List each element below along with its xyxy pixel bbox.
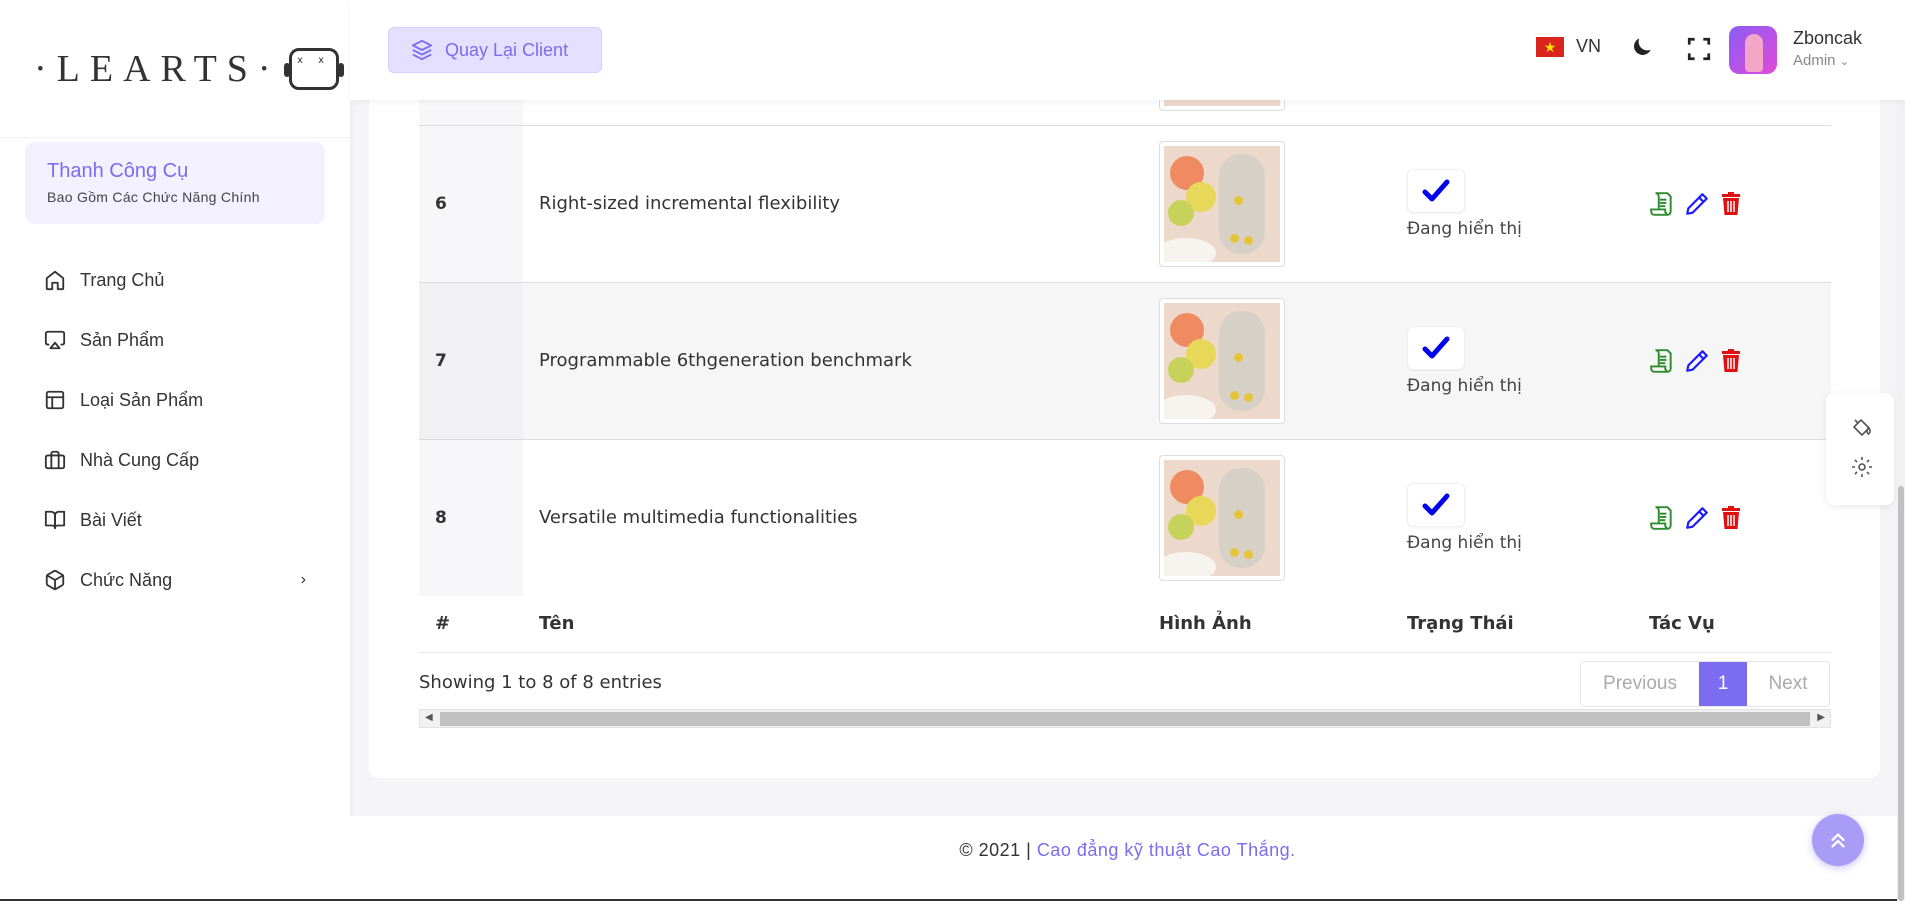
column-header-status[interactable]: Trạng Thái bbox=[1407, 596, 1649, 653]
sidebar-item-loai-san-pham[interactable]: Loại Sản Phẩm bbox=[0, 370, 350, 430]
row-index: 8 bbox=[419, 439, 523, 596]
column-header-index[interactable]: # bbox=[419, 596, 523, 653]
box-icon bbox=[44, 569, 66, 591]
user-role: Admin bbox=[1793, 52, 1836, 69]
sidebar-item-trang-chu[interactable]: Trang Chủ bbox=[0, 250, 350, 310]
pagination-next[interactable]: Next bbox=[1747, 662, 1829, 706]
sidebar-item-label: Chức Năng bbox=[80, 569, 173, 590]
column-header-image[interactable]: Hình Ảnh bbox=[1159, 596, 1407, 653]
sidebar-item-chuc-nang[interactable]: Chức Năng › bbox=[0, 550, 350, 610]
scrollbar-thumb[interactable] bbox=[440, 712, 1810, 726]
scroll-left-icon[interactable]: ◀ bbox=[425, 712, 433, 723]
product-thumbnail[interactable] bbox=[1159, 140, 1285, 267]
scroll-to-top-button[interactable] bbox=[1812, 814, 1864, 866]
sidebar-item-label: Trang Chủ bbox=[80, 269, 165, 290]
back-to-client-button[interactable]: Quay Lại Client bbox=[388, 27, 602, 73]
product-thumbnail[interactable] bbox=[1159, 454, 1285, 581]
toolbox-card: Thanh Công Cụ Bao Gồm Các Chức Năng Chín… bbox=[25, 142, 325, 224]
sidebar: ·LEARTS· x x Thanh Công Cụ Bao Gồm Các C… bbox=[0, 0, 350, 901]
view-detail-icon[interactable] bbox=[1649, 348, 1675, 374]
content-card: 6 Right-sized incremental flexibility Đa… bbox=[369, 0, 1880, 778]
layers-icon bbox=[411, 39, 433, 61]
home-icon bbox=[44, 269, 66, 291]
copyright-text: © 2021 | bbox=[959, 840, 1037, 860]
status-toggle[interactable] bbox=[1407, 325, 1465, 370]
settings-gear-icon[interactable] bbox=[1850, 455, 1874, 484]
check-icon bbox=[1422, 179, 1450, 201]
status-text: Đang hiển thị bbox=[1407, 218, 1522, 239]
briefcase-icon bbox=[44, 449, 66, 471]
fullscreen-icon[interactable] bbox=[1686, 36, 1712, 67]
pagination-page[interactable]: 1 bbox=[1699, 662, 1747, 706]
scroll-right-icon[interactable]: ▶ bbox=[1817, 712, 1825, 723]
delete-trash-icon[interactable] bbox=[1719, 348, 1743, 374]
toolbox-title: Thanh Công Cụ bbox=[47, 160, 189, 182]
sidebar-item-nha-cung-cap[interactable]: Nhà Cung Cấp bbox=[0, 430, 350, 490]
sidebar-item-label: Loại Sản Phẩm bbox=[80, 389, 204, 410]
row-name: Right-sized incremental flexibility bbox=[539, 193, 841, 214]
logo[interactable]: ·LEARTS· x x bbox=[0, 0, 350, 138]
row-index: 7 bbox=[419, 282, 523, 439]
logo-text: ·LEARTS· bbox=[34, 47, 281, 90]
user-name: Zboncak bbox=[1793, 28, 1863, 48]
edit-pencil-icon[interactable] bbox=[1684, 191, 1710, 217]
status-text: Đang hiển thị bbox=[1407, 532, 1522, 553]
row-name: Programmable 6thgeneration benchmark bbox=[523, 282, 1159, 439]
language-switcher[interactable]: ★ VN bbox=[1536, 36, 1601, 57]
language-code: VN bbox=[1576, 36, 1602, 56]
chevron-right-icon: › bbox=[300, 571, 306, 588]
robot-logo-icon: x x bbox=[283, 47, 344, 90]
row-index: 6 bbox=[419, 125, 523, 282]
view-detail-icon[interactable] bbox=[1649, 191, 1675, 217]
airplay-icon bbox=[44, 329, 66, 351]
table-row: 6 Right-sized incremental flexibility Đa… bbox=[419, 125, 1831, 282]
column-header-name[interactable]: Tên bbox=[523, 596, 1159, 653]
vertical-scrollbar-thumb[interactable] bbox=[1898, 486, 1904, 901]
pagination: Previous 1 Next bbox=[1580, 661, 1830, 707]
status-toggle[interactable] bbox=[1407, 168, 1465, 213]
vietnam-flag-icon: ★ bbox=[1536, 36, 1564, 57]
status-text: Đang hiển thị bbox=[1407, 375, 1522, 396]
back-to-client-label: Quay Lại Client bbox=[445, 39, 569, 60]
book-open-icon bbox=[44, 509, 66, 531]
sidebar-item-label: Bài Viết bbox=[80, 509, 142, 530]
table-row: 8 Versatile multimedia functionalities Đ… bbox=[419, 439, 1831, 596]
page-footer: © 2021 | Cao đẳng kỹ thuật Cao Thắng. bbox=[350, 816, 1905, 901]
view-detail-icon[interactable] bbox=[1649, 505, 1675, 531]
horizontal-scrollbar[interactable]: ◀ ▶ bbox=[419, 709, 1831, 728]
user-menu[interactable]: Zboncak Admin ⌄ bbox=[1793, 28, 1862, 69]
sidebar-item-bai-viet[interactable]: Bài Viết bbox=[0, 490, 350, 550]
layout-icon bbox=[44, 389, 66, 411]
sidebar-item-san-pham[interactable]: Sản Phẩm bbox=[0, 310, 350, 370]
column-header-actions[interactable]: Tác Vụ bbox=[1649, 596, 1831, 653]
product-thumbnail[interactable] bbox=[1159, 297, 1285, 424]
delete-trash-icon[interactable] bbox=[1719, 191, 1743, 217]
row-name: Versatile multimedia functionalities bbox=[539, 507, 858, 529]
vertical-scrollbar[interactable] bbox=[1897, 0, 1905, 901]
entries-info: Showing 1 to 8 of 8 entries bbox=[419, 672, 662, 693]
pagination-previous[interactable]: Previous bbox=[1581, 662, 1699, 706]
edit-pencil-icon[interactable] bbox=[1684, 348, 1710, 374]
table-footer-header: # Tên Hình Ảnh Trạng Thái Tác Vụ bbox=[419, 596, 1831, 653]
chevron-down-icon: ⌄ bbox=[1839, 56, 1849, 68]
moon-icon[interactable] bbox=[1629, 34, 1655, 65]
status-toggle[interactable] bbox=[1407, 482, 1465, 527]
avatar[interactable] bbox=[1729, 26, 1777, 74]
top-header: Quay Lại Client ★ VN Zboncak Admin ⌄ bbox=[350, 0, 1905, 100]
paint-bucket-icon[interactable] bbox=[1850, 415, 1874, 444]
sidebar-menu: Trang Chủ Sản Phẩm Loại Sản Phẩm Nhà Cun… bbox=[0, 250, 350, 610]
toolbox-subtitle: Bao Gồm Các Chức Năng Chính bbox=[47, 189, 260, 205]
sidebar-item-label: Nhà Cung Cấp bbox=[80, 449, 200, 470]
footer-link[interactable]: Cao đẳng kỹ thuật Cao Thắng. bbox=[1037, 840, 1296, 860]
sidebar-item-label: Sản Phẩm bbox=[80, 329, 165, 350]
customizer-panel bbox=[1826, 393, 1894, 505]
edit-pencil-icon[interactable] bbox=[1684, 505, 1710, 531]
check-icon bbox=[1422, 493, 1450, 516]
delete-trash-icon[interactable] bbox=[1719, 505, 1743, 531]
table-row: 7 Programmable 6thgeneration benchmark Đ… bbox=[419, 282, 1831, 439]
double-chevron-up-icon bbox=[1831, 833, 1845, 848]
check-icon bbox=[1422, 336, 1450, 358]
